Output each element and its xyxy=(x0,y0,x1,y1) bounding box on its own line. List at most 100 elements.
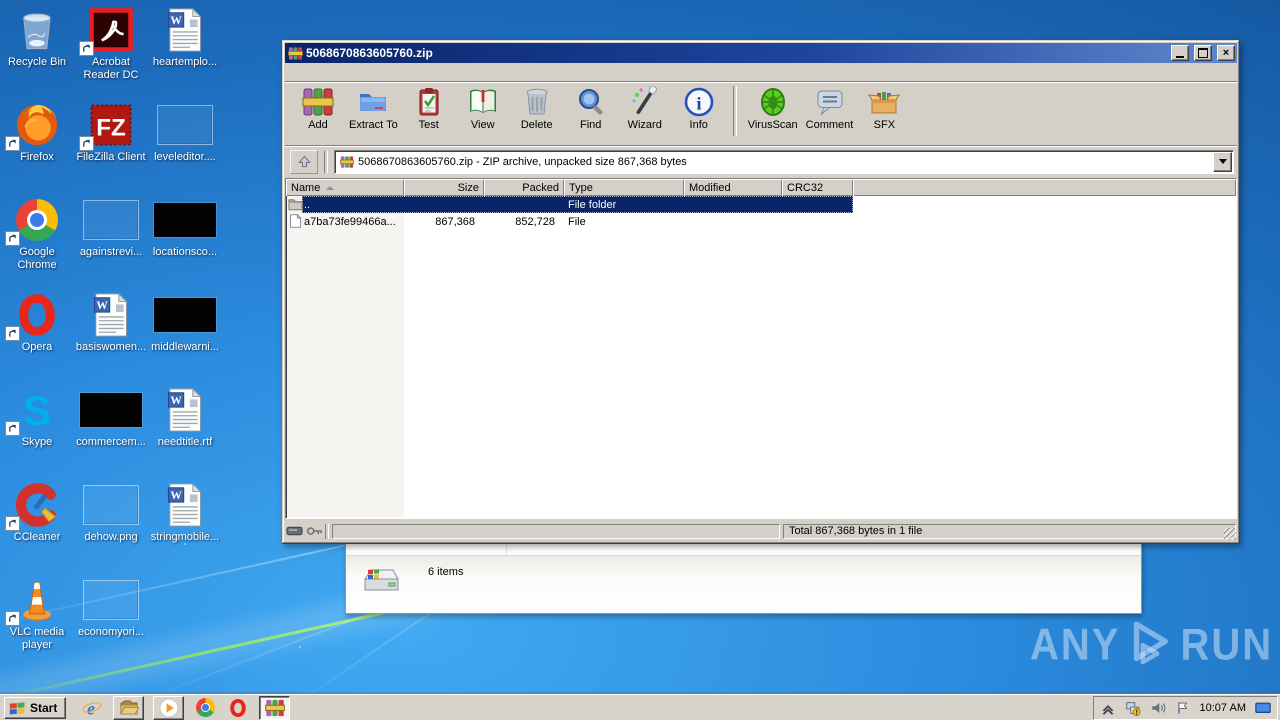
chrome-icon[interactable] xyxy=(193,697,217,719)
toolbar-button-add[interactable]: Add xyxy=(291,85,345,132)
toolbar-button-extract-to[interactable]: Extract To xyxy=(345,85,402,132)
menu-item-commands[interactable] xyxy=(301,70,315,74)
toolbar-button-view[interactable]: View xyxy=(456,85,510,132)
maximize-button[interactable] xyxy=(1194,45,1212,61)
explorer-folder-icon[interactable] xyxy=(113,695,145,720)
wizard-icon xyxy=(629,86,661,118)
file-row-a7ba73fe99466a[interactable]: a7ba73fe99466a... 867,368 852,728 File xyxy=(286,213,1236,230)
cell-name: a7ba73fe99466a... xyxy=(304,215,396,228)
archive-address-combobox[interactable]: 5068670863605760.zip - ZIP archive, unpa… xyxy=(334,149,1234,174)
desktop-icon-heartemplo[interactable]: W heartemplo... xyxy=(148,6,222,101)
minimize-icon xyxy=(1176,55,1184,58)
shortcut-arrow-badge xyxy=(5,421,20,436)
desktop-icon-label: Skype xyxy=(21,436,53,448)
menu-item-file[interactable] xyxy=(287,70,301,74)
windows-flag-icon xyxy=(9,701,26,715)
anyrun-logo-icon xyxy=(1121,616,1179,674)
column-header-filler xyxy=(853,179,1236,196)
toolbar-button-find[interactable]: Find xyxy=(564,85,618,132)
desktop-icon-label: CCleaner xyxy=(13,531,61,543)
start-button[interactable]: Start xyxy=(4,696,67,719)
taskbar-clock[interactable]: 10:07 AM xyxy=(1200,702,1246,714)
drive-icon xyxy=(362,564,402,596)
toolbar-button-label: View xyxy=(470,119,495,131)
file-row-0[interactable]: .. File folder xyxy=(286,196,1236,213)
media-player-icon[interactable] xyxy=(153,695,185,720)
watermark-any-text: ANY xyxy=(1030,620,1121,670)
toolbar-button-delete[interactable]: Delete xyxy=(510,85,564,132)
virusscan-icon xyxy=(757,86,789,118)
desktop-icon-skype[interactable]: S Skype xyxy=(0,386,74,481)
action-center-flag-icon[interactable] xyxy=(1175,699,1192,716)
desktop-icon-ccleaner[interactable]: CCleaner xyxy=(0,481,74,576)
toolbar-button-label: Test xyxy=(418,119,439,131)
desktop-icon-firefox[interactable]: Firefox xyxy=(0,101,74,196)
archive-icon xyxy=(340,155,354,169)
column-header-crc32[interactable]: CRC32 xyxy=(782,179,853,196)
desktop-icon-filezilla-client[interactable]: FZ FileZilla Client xyxy=(74,101,148,196)
filezilla-icon: FZ xyxy=(79,101,143,151)
winrar-statusbar: Total 867,368 bytes in 1 file xyxy=(285,519,1237,541)
menu-item-favorites[interactable] xyxy=(329,70,343,74)
column-header-packed[interactable]: Packed xyxy=(484,179,564,196)
toolbar-button-comment[interactable]: Comment xyxy=(802,85,858,132)
desktop-icon-opera[interactable]: Opera xyxy=(0,291,74,386)
desktop-icon-againstrevi[interactable]: againstrevi... xyxy=(74,196,148,291)
column-header-name[interactable]: Name xyxy=(286,179,404,196)
blank-thumbnail xyxy=(79,481,143,529)
sorted-column-band xyxy=(287,196,404,517)
column-header-label: Name xyxy=(291,181,321,194)
opera-icon[interactable] xyxy=(226,697,250,719)
toolbar-button-label: VirusScan xyxy=(747,119,798,131)
toolbar-button-info[interactable]: i Info xyxy=(672,85,726,132)
winrar-books-icon[interactable] xyxy=(259,695,291,720)
close-button[interactable]: × xyxy=(1217,45,1235,61)
desktop-icon-acrobat-reader-dc[interactable]: Acrobat Reader DC xyxy=(74,6,148,101)
taskbar: Start e 10:07 AM xyxy=(0,694,1280,720)
winrar-titlebar[interactable]: 5068670863605760.zip × xyxy=(285,43,1237,63)
column-header-type[interactable]: Type xyxy=(564,179,684,196)
toolbar-button-wizard[interactable]: Wizard xyxy=(618,85,672,132)
disk-status-icon xyxy=(286,526,303,536)
network-status-icon[interactable] xyxy=(1125,699,1142,716)
hidden-icons-chevron[interactable] xyxy=(1100,699,1117,716)
desktop-icon-recycle-bin[interactable]: Recycle Bin xyxy=(0,6,74,101)
address-separator xyxy=(324,150,328,173)
desktop-icon-dehow-png[interactable]: dehow.png xyxy=(74,481,148,576)
desktop-icon-google-chrome[interactable]: Google Chrome xyxy=(0,196,74,291)
menu-item-help[interactable] xyxy=(357,70,371,74)
desktop-icon-vlc-media-player[interactable]: VLC media player xyxy=(0,576,74,671)
desktop-icon-stringmobile[interactable]: W stringmobile... xyxy=(148,481,222,576)
desktop-icon-label: Google Chrome xyxy=(17,246,57,271)
menu-item-options[interactable] xyxy=(343,70,357,74)
volume-icon[interactable] xyxy=(1150,699,1167,716)
resize-grip[interactable] xyxy=(1224,528,1236,540)
desktop-icon-locationsco[interactable]: locationsco... xyxy=(148,196,222,291)
shortcut-arrow-badge xyxy=(79,41,94,56)
desktop-icon-economyori[interactable]: economyori... xyxy=(74,576,148,671)
anyrun-watermark: ANY RUN xyxy=(1030,616,1271,674)
file-icon xyxy=(288,214,303,228)
internet-explorer-icon[interactable]: e xyxy=(80,697,104,719)
desktop-icon-basiswomen[interactable]: W basiswomen... xyxy=(74,291,148,386)
desktop-icon-leveleditor[interactable]: leveleditor.... xyxy=(148,101,222,196)
desktop-icon-middlewarni[interactable]: middlewarni... xyxy=(148,291,222,386)
shortcut-arrow-badge xyxy=(79,136,94,151)
column-header-size[interactable]: Size xyxy=(404,179,484,196)
toolbar-button-virusscan[interactable]: VirusScan xyxy=(744,85,802,132)
display-icon[interactable] xyxy=(1254,699,1271,716)
toolbar-button-test[interactable]: Test xyxy=(402,85,456,132)
svg-text:e: e xyxy=(87,698,95,718)
winrar-menubar xyxy=(285,63,1237,82)
desktop-icon-needtitle-rtf[interactable]: W needtitle.rtf xyxy=(148,386,222,481)
minimize-button[interactable] xyxy=(1171,45,1189,61)
desktop-icon-commercem[interactable]: commercem... xyxy=(74,386,148,481)
menu-item-tools[interactable] xyxy=(315,70,329,74)
toolbar-button-sfx[interactable]: SFX xyxy=(857,85,911,132)
column-header-modified[interactable]: Modified xyxy=(684,179,782,196)
address-dropdown-button[interactable] xyxy=(1213,151,1232,172)
desktop-icon-label: needtitle.rtf xyxy=(157,436,213,448)
cell-type: File xyxy=(568,215,586,228)
svg-text:W: W xyxy=(170,15,182,27)
up-one-level-button[interactable] xyxy=(290,149,318,174)
